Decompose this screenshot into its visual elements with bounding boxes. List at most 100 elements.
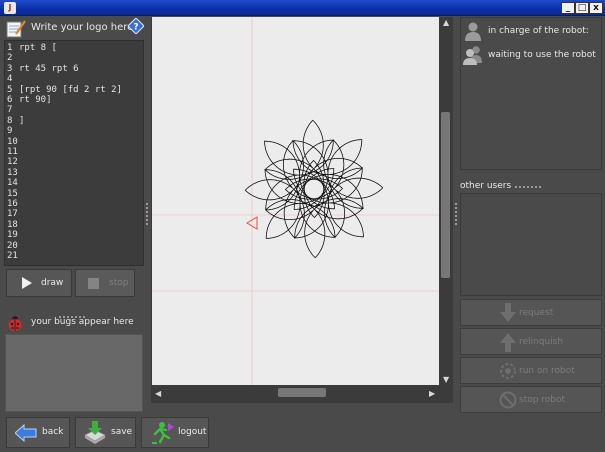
right-splitter-handle[interactable] (455, 203, 458, 227)
line-number: 20 (7, 240, 18, 251)
logout-button[interactable]: logout (141, 417, 209, 448)
stop-robot-label: stop robot (519, 395, 566, 405)
code-line[interactable]: 14 (7, 178, 19, 188)
line-number: 9 (7, 126, 13, 137)
code-line[interactable]: 1 rpt 8 [ (7, 43, 57, 53)
code-line[interactable]: 5 [rpt 90 [fd 2 rt 2] (7, 85, 122, 95)
up-arrow-icon (500, 333, 516, 352)
code-text[interactable]: rt 45 rpt 6 (19, 64, 79, 74)
play-icon (22, 277, 32, 289)
line-number: 13 (7, 167, 18, 178)
line-number: 14 (7, 178, 18, 189)
code-line[interactable]: 13 (7, 168, 19, 178)
waiting-row: waiting to use the robot (461, 44, 603, 66)
code-line[interactable]: 19 (7, 230, 19, 240)
code-line[interactable]: 8] (7, 116, 24, 126)
scroll-left-arrow[interactable]: ◀ (155, 390, 161, 398)
relinquish-button[interactable]: relinquish (460, 328, 602, 355)
save-icon (84, 421, 106, 444)
other-users-label: other users (460, 181, 512, 191)
stop-icon (88, 278, 99, 289)
relinquish-label: relinquish (519, 337, 564, 347)
code-line[interactable]: 20 (7, 241, 19, 251)
left-splitter-handle[interactable] (146, 203, 149, 227)
back-label: back (42, 427, 64, 437)
code-text[interactable]: ] (19, 116, 24, 126)
code-line[interactable]: 17 (7, 209, 19, 219)
editor-title: Write your logo here (31, 22, 134, 33)
down-arrow-icon (500, 303, 516, 322)
line-number: 19 (7, 230, 18, 241)
code-line[interactable]: 2 (7, 53, 19, 63)
code-line[interactable]: 15 (7, 189, 19, 199)
code-text[interactable]: rt 90] (19, 95, 52, 105)
code-line[interactable]: 21 (7, 251, 19, 261)
code-text[interactable]: [rpt 90 [fd 2 rt 2] (19, 85, 122, 95)
left-bottom-splitter-handle[interactable] (59, 303, 87, 318)
bugs-output-box (5, 334, 143, 412)
scroll-right-arrow[interactable]: ▶ (429, 390, 435, 398)
user-icon (465, 22, 481, 41)
request-label: request (519, 308, 554, 318)
drawing-canvas[interactable] (152, 17, 439, 385)
code-line[interactable]: 9 (7, 126, 19, 136)
minimize-button[interactable]: _ (561, 2, 575, 14)
horizontal-scroll-thumb[interactable] (278, 388, 326, 397)
vertical-scroll-thumb[interactable] (441, 112, 450, 278)
code-line[interactable]: 18 (7, 220, 19, 230)
line-number: 16 (7, 199, 18, 209)
back-button[interactable]: back (6, 417, 70, 448)
code-line[interactable]: 10 (7, 137, 19, 147)
waiting-label: waiting to use the robot (488, 50, 596, 60)
stop-robot-button[interactable]: stop robot (460, 386, 602, 413)
line-number: 6 (7, 95, 13, 105)
line-number: 12 (7, 157, 18, 168)
help-icon[interactable]: ? (128, 18, 144, 34)
scroll-up-arrow[interactable]: ▲ (443, 19, 449, 27)
title-bar[interactable]: J _ □ x (0, 0, 605, 16)
users-group-icon (463, 46, 482, 65)
no-entry-icon (499, 391, 517, 409)
logout-label: logout (178, 427, 207, 437)
close-button[interactable]: x (589, 2, 603, 14)
code-text[interactable]: rpt 8 [ (19, 43, 57, 53)
logo-code-editor[interactable]: 1 rpt 8 [ 2 3 rt 45 rpt 6 4 5 [rpt 90 [fd 2 rt … (4, 40, 144, 266)
turtle-path (244, 119, 384, 259)
robot-icon (500, 363, 516, 379)
other-users-list (460, 193, 602, 296)
code-line[interactable]: 6 rt 90] (7, 95, 52, 105)
stop-label: stop (109, 278, 129, 288)
save-label: save (111, 427, 133, 437)
line-number: 2 (7, 53, 13, 64)
stop-button[interactable]: stop (75, 269, 135, 297)
maximize-button[interactable]: □ (575, 2, 589, 14)
turtle-drawing (244, 119, 384, 259)
code-line[interactable]: 7 (7, 105, 19, 115)
editor-header: Write your logo here ? (4, 17, 146, 39)
svg-text:?: ? (133, 23, 138, 33)
line-number: 3 (7, 63, 13, 74)
code-line[interactable]: 16 (7, 199, 19, 209)
scroll-down-arrow[interactable]: ▼ (443, 376, 449, 384)
run-on-robot-label: run on robot (519, 366, 575, 376)
draw-button[interactable]: draw (6, 269, 72, 297)
line-number: 10 (7, 136, 18, 147)
bugs-header: your bugs appear here (4, 312, 146, 332)
right-panel-splitter-handle[interactable] (515, 173, 543, 188)
line-number: 15 (7, 188, 18, 199)
running-exit-icon (152, 422, 174, 444)
line-number: 8 (7, 115, 13, 126)
run-on-robot-button[interactable]: run on robot (460, 357, 602, 384)
code-line[interactable]: 11 (7, 147, 19, 157)
line-number: 1 (7, 43, 13, 53)
code-line[interactable]: 4 (7, 74, 19, 84)
request-button[interactable]: request (460, 299, 602, 326)
ladybug-icon (8, 316, 22, 331)
line-number: 5 (7, 84, 13, 95)
robot-users-panel: in charge of the robot: waiting to use t… (460, 17, 602, 170)
code-line[interactable]: 3 rt 45 rpt 6 (7, 64, 79, 74)
in-charge-label: in charge of the robot: (488, 26, 589, 36)
save-button[interactable]: save (75, 417, 136, 448)
notepad-icon (6, 20, 26, 38)
code-line[interactable]: 12 (7, 157, 19, 167)
